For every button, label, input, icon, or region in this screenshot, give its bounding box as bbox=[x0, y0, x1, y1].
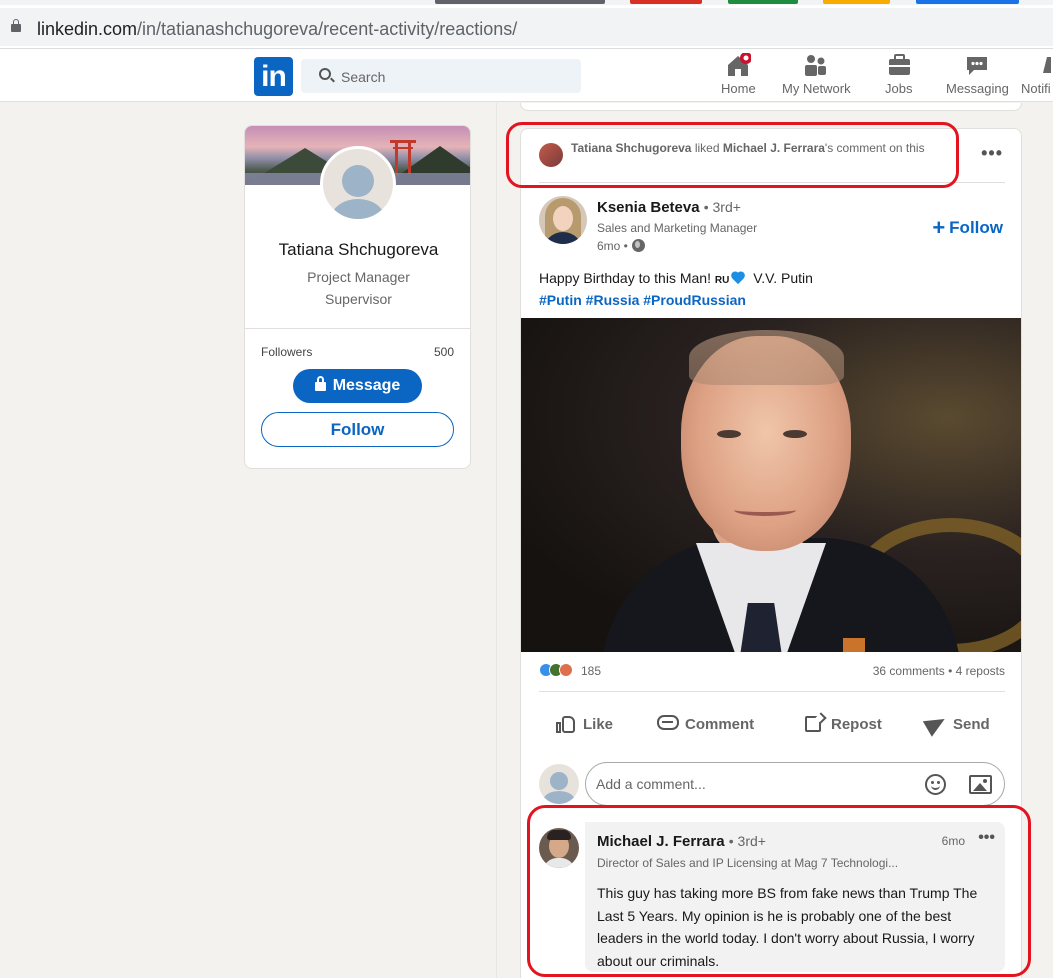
followers-count: 500 bbox=[433, 345, 454, 359]
send-label: Send bbox=[953, 716, 990, 733]
social-counts: 185 36 comments • 4 reposts bbox=[539, 663, 1005, 683]
url-path: /in/tatianashchugoreva/recent-activity/r… bbox=[137, 19, 518, 39]
nav-jobs[interactable]: Jobs bbox=[885, 53, 912, 96]
connection-degree: • 3rd+ bbox=[703, 199, 741, 215]
emoji-icon[interactable] bbox=[925, 774, 946, 795]
url-host: linkedin.com bbox=[37, 19, 138, 39]
post-author-name-text: Ksenia Beteva bbox=[597, 199, 700, 216]
profile-headline-line1: Project Manager bbox=[307, 269, 410, 285]
globe-icon bbox=[631, 239, 645, 252]
profile-headline: Project Manager Supervisor bbox=[275, 266, 442, 310]
flag-ru: RU bbox=[714, 275, 730, 286]
home-icon bbox=[725, 52, 753, 77]
message-button-label: Message bbox=[332, 377, 401, 394]
nav-home-label: Home bbox=[721, 81, 756, 96]
browser-tab[interactable] bbox=[823, 0, 890, 4]
love-reaction-icon bbox=[559, 663, 573, 677]
post-text-part1: Happy Birthday to this Man! bbox=[539, 270, 715, 286]
message-button[interactable]: Message bbox=[293, 369, 422, 403]
follow-author-button[interactable]: + Follow bbox=[932, 215, 1003, 241]
briefcase-icon bbox=[886, 53, 912, 77]
nav-messaging[interactable]: Messaging bbox=[946, 53, 1009, 96]
comments-reposts-count[interactable]: 36 comments • 4 reposts bbox=[873, 664, 1005, 678]
profile-avatar[interactable] bbox=[320, 146, 396, 222]
omnibox[interactable]: linkedin.com/in/tatianashchugoreva/recen… bbox=[0, 8, 1053, 46]
post-author-name[interactable]: Ksenia Beteva • 3rd+ bbox=[597, 199, 741, 216]
address-bar: linkedin.com/in/tatianashchugoreva/recen… bbox=[0, 5, 1053, 49]
browser-tab[interactable] bbox=[630, 0, 702, 4]
image-icon[interactable] bbox=[969, 775, 992, 794]
post-timestamp: 6mo • bbox=[597, 239, 645, 253]
comment-input-placeholder: Add a comment... bbox=[596, 776, 706, 792]
nav-notifications[interactable]: Notifi bbox=[1021, 53, 1051, 96]
repost-label: Repost bbox=[831, 716, 882, 733]
url-text[interactable]: linkedin.com/in/tatianashchugoreva/recen… bbox=[37, 19, 517, 40]
post-author-headline: Sales and Marketing Manager bbox=[597, 221, 758, 235]
profile-name[interactable]: Tatiana Shchugoreva bbox=[245, 240, 470, 260]
bell-icon bbox=[1041, 53, 1051, 77]
like-label: Like bbox=[583, 716, 614, 733]
send-button[interactable]: Send bbox=[925, 705, 990, 745]
send-icon bbox=[925, 714, 947, 734]
followers-label: Followers bbox=[261, 345, 313, 359]
profile-card: Tatiana Shchugoreva Project Manager Supe… bbox=[244, 125, 471, 469]
nav-my-network[interactable]: My Network bbox=[782, 53, 851, 96]
blue-heart-icon bbox=[731, 272, 745, 284]
browser-tab[interactable] bbox=[728, 0, 798, 4]
nav-messaging-label: Messaging bbox=[946, 81, 1009, 96]
nav-my-network-label: My Network bbox=[782, 81, 851, 96]
highlight-annotation-comment bbox=[527, 805, 1031, 977]
column-separator bbox=[496, 103, 497, 978]
linkedin-logo[interactable]: in bbox=[254, 57, 293, 96]
divider bbox=[245, 328, 470, 329]
current-user-avatar[interactable] bbox=[539, 764, 579, 804]
comment-icon bbox=[657, 714, 679, 734]
post-hashtags[interactable]: #Putin #Russia #ProudRussian bbox=[539, 289, 746, 311]
plus-icon: + bbox=[932, 215, 946, 240]
reaction-icons[interactable] bbox=[539, 663, 579, 679]
follow-author-label: Follow bbox=[949, 218, 1003, 237]
browser-tab[interactable] bbox=[435, 0, 605, 4]
comment-button[interactable]: Comment bbox=[657, 705, 754, 745]
repost-button[interactable]: Repost bbox=[803, 705, 882, 745]
divider bbox=[539, 691, 1005, 692]
search-placeholder: Search bbox=[341, 69, 386, 85]
comment-composer: Add a comment... bbox=[539, 762, 1005, 806]
follow-profile-button[interactable]: Follow bbox=[261, 412, 454, 447]
reactions-count[interactable]: 185 bbox=[581, 664, 601, 678]
search-icon bbox=[319, 68, 331, 80]
post-time-text: 6mo • bbox=[597, 239, 628, 253]
network-icon bbox=[803, 53, 829, 77]
post-image[interactable] bbox=[521, 318, 1021, 652]
profile-headline-line2: Supervisor bbox=[325, 291, 392, 307]
browser-tab[interactable] bbox=[916, 0, 1019, 4]
thumbs-up-icon bbox=[555, 714, 577, 734]
messaging-icon bbox=[964, 53, 990, 77]
lock-icon bbox=[314, 376, 326, 391]
previous-post-card bbox=[520, 103, 1022, 111]
repost-icon bbox=[803, 714, 825, 734]
like-button[interactable]: Like bbox=[555, 705, 613, 745]
highlight-annotation-activity bbox=[506, 122, 959, 188]
search-bar[interactable]: Search bbox=[301, 59, 581, 93]
nav-jobs-label: Jobs bbox=[885, 81, 913, 96]
nav-home[interactable]: Home bbox=[721, 52, 756, 96]
post-author-avatar[interactable] bbox=[539, 196, 587, 244]
comment-label: Comment bbox=[685, 716, 755, 733]
post-text-part2: V.V. Putin bbox=[749, 270, 813, 286]
post-actions-bar: Like Comment Repost Send bbox=[521, 705, 1021, 745]
nav-notifications-label: Notifi bbox=[1021, 81, 1051, 96]
post-more-button[interactable]: ••• bbox=[981, 143, 1003, 164]
torii-gate-graphic bbox=[390, 140, 416, 174]
global-nav: in Search Home My Network Jobs Messaging… bbox=[0, 49, 1053, 102]
lock-icon[interactable] bbox=[11, 19, 21, 32]
